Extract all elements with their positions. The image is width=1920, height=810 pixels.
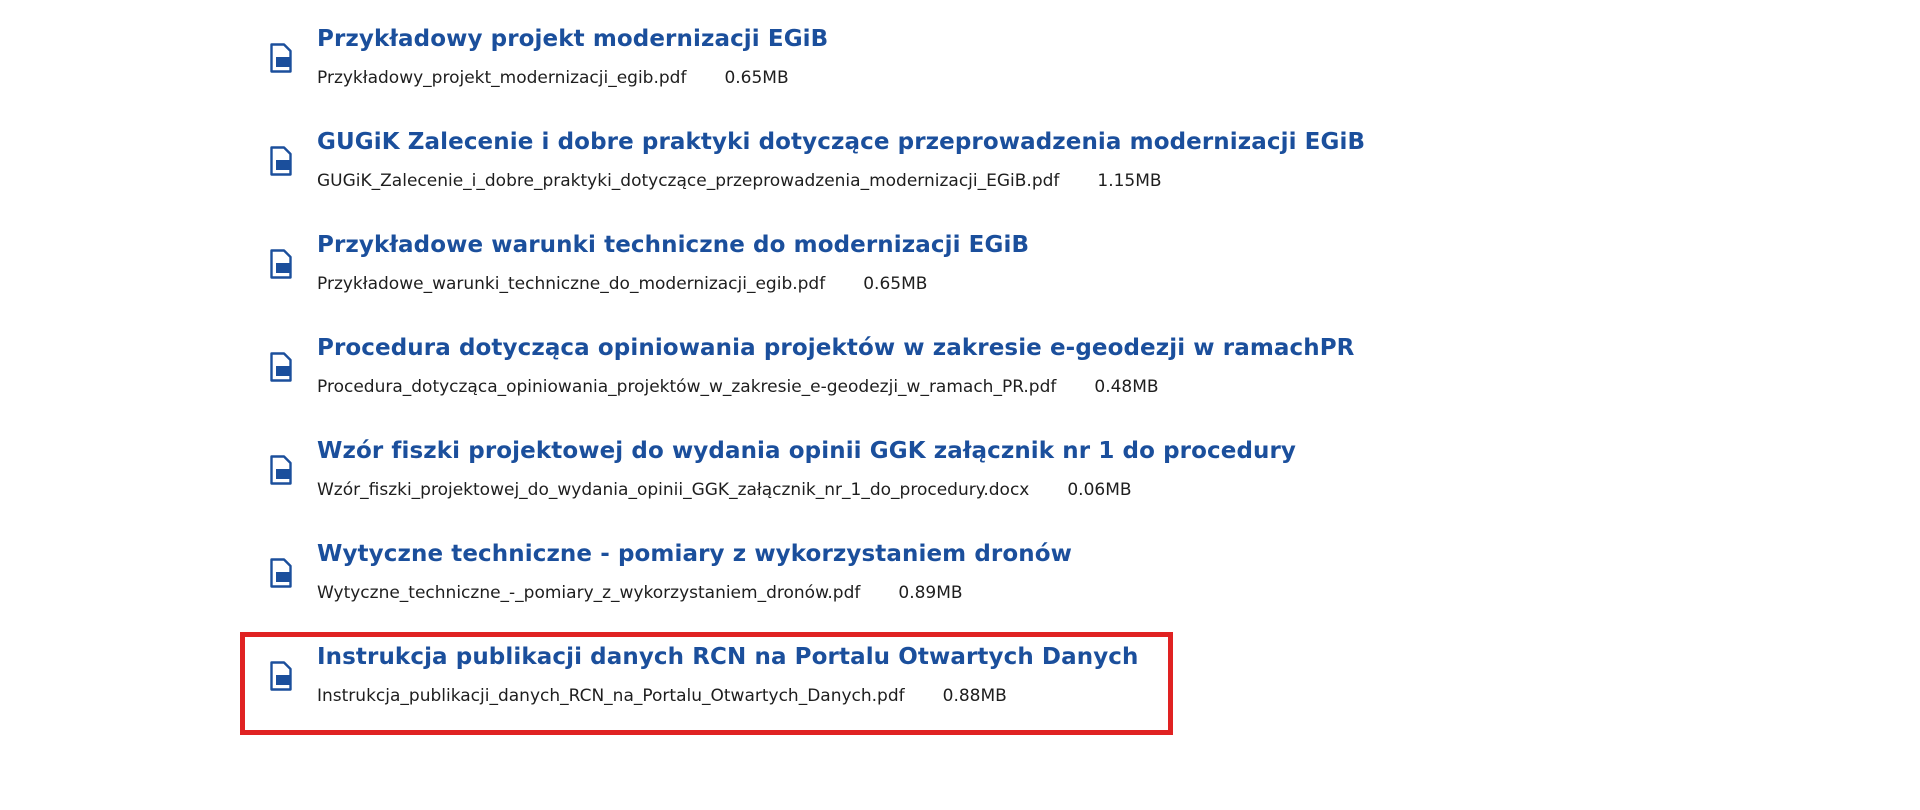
file-icon bbox=[270, 249, 292, 279]
attachment-filename: Instrukcja_publikacji_danych_RCN_na_Port… bbox=[317, 686, 905, 706]
attachment-meta: Instrukcja_publikacji_danych_RCN_na_Port… bbox=[317, 686, 1007, 706]
attachments-list: Przykładowy projekt modernizacji EGiB Pr… bbox=[268, 23, 1468, 744]
attachment-item-highlighted: Instrukcja publikacji danych RCN na Port… bbox=[268, 641, 1468, 744]
attachment-title-link[interactable]: Instrukcja publikacji danych RCN na Port… bbox=[317, 644, 1139, 670]
attachment-item: Wzór fiszki projektowej do wydania opini… bbox=[268, 435, 1468, 538]
attachment-item: Przykładowe warunki techniczne do modern… bbox=[268, 229, 1468, 332]
attachment-size: 0.89MB bbox=[898, 583, 963, 603]
attachment-title-link[interactable]: Przykładowe warunki techniczne do modern… bbox=[317, 232, 1029, 258]
attachment-item: Procedura dotycząca opiniowania projektó… bbox=[268, 332, 1468, 435]
file-icon bbox=[270, 146, 292, 176]
attachment-filename: Przykładowy_projekt_modernizacji_egib.pd… bbox=[317, 68, 687, 88]
file-icon bbox=[270, 455, 292, 485]
attachment-title-link[interactable]: Przykładowy projekt modernizacji EGiB bbox=[317, 26, 828, 52]
attachment-filename: Wzór_fiszki_projektowej_do_wydania_opini… bbox=[317, 480, 1030, 500]
attachment-size: 0.48MB bbox=[1094, 377, 1159, 397]
attachment-meta: GUGiK_Zalecenie_i_dobre_praktyki_dotyczą… bbox=[317, 171, 1162, 191]
attachment-size: 0.06MB bbox=[1067, 480, 1132, 500]
file-icon bbox=[270, 43, 292, 73]
attachment-title-link[interactable]: Procedura dotycząca opiniowania projektó… bbox=[317, 335, 1355, 361]
attachment-size: 0.88MB bbox=[942, 686, 1007, 706]
attachment-title-link[interactable]: Wytyczne techniczne - pomiary z wykorzys… bbox=[317, 541, 1072, 567]
attachment-filename: GUGiK_Zalecenie_i_dobre_praktyki_dotyczą… bbox=[317, 171, 1060, 191]
attachment-meta: Procedura_dotycząca_opiniowania_projektó… bbox=[317, 377, 1159, 397]
file-icon bbox=[270, 661, 292, 691]
attachment-meta: Przykładowe_warunki_techniczne_do_modern… bbox=[317, 274, 927, 294]
file-icon bbox=[270, 558, 292, 588]
attachment-size: 1.15MB bbox=[1097, 171, 1162, 191]
attachment-meta: Wytyczne_techniczne_-_pomiary_z_wykorzys… bbox=[317, 583, 963, 603]
attachment-title-link[interactable]: GUGiK Zalecenie i dobre praktyki dotyczą… bbox=[317, 129, 1365, 155]
attachment-title-link[interactable]: Wzór fiszki projektowej do wydania opini… bbox=[317, 438, 1296, 464]
attachment-filename: Przykładowe_warunki_techniczne_do_modern… bbox=[317, 274, 826, 294]
attachment-filename: Wytyczne_techniczne_-_pomiary_z_wykorzys… bbox=[317, 583, 861, 603]
attachment-meta: Wzór_fiszki_projektowej_do_wydania_opini… bbox=[317, 480, 1132, 500]
attachment-meta: Przykładowy_projekt_modernizacji_egib.pd… bbox=[317, 68, 789, 88]
attachment-item: Przykładowy projekt modernizacji EGiB Pr… bbox=[268, 23, 1468, 126]
attachment-item: Wytyczne techniczne - pomiary z wykorzys… bbox=[268, 538, 1468, 641]
attachment-filename: Procedura_dotycząca_opiniowania_projektó… bbox=[317, 377, 1057, 397]
attachment-size: 0.65MB bbox=[724, 68, 789, 88]
attachment-item: GUGiK Zalecenie i dobre praktyki dotyczą… bbox=[268, 126, 1468, 229]
file-icon bbox=[270, 352, 292, 382]
attachment-size: 0.65MB bbox=[863, 274, 928, 294]
